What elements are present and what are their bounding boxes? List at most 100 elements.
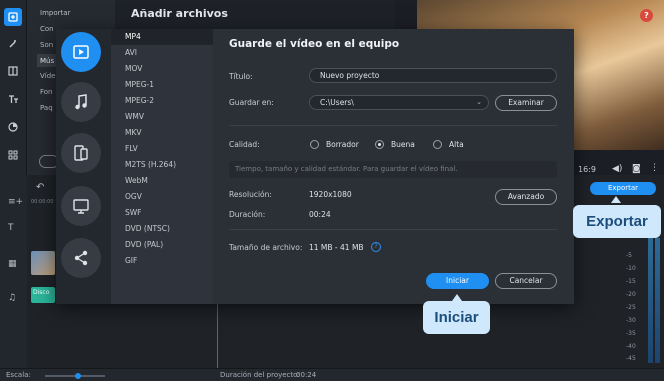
audio-clip-label: Disco — [33, 289, 50, 296]
text-track-icon: T — [8, 223, 14, 233]
video-track-icon: ▦ — [8, 259, 17, 269]
bottom-bar: Escala: Duración del proyecto: 00:24 — [0, 368, 664, 381]
format-item-mpeg1[interactable]: MPEG-1 — [111, 77, 213, 93]
import-icon[interactable] — [4, 8, 22, 26]
title-label: Título: — [229, 72, 253, 81]
quality-radio-draft[interactable] — [310, 140, 319, 149]
db-level-label: -30 — [626, 317, 636, 324]
video-clip-thumbnail[interactable] — [31, 251, 55, 275]
dialog-title: Guarde el vídeo en el equipo — [229, 38, 400, 50]
format-item-flv[interactable]: FLV — [111, 141, 213, 157]
magic-wand-icon[interactable] — [4, 35, 22, 53]
video-icon[interactable] — [61, 32, 101, 72]
titles-icon[interactable] — [4, 90, 22, 108]
quality-description: Tiempo, tamaño y calidad estándar. Para … — [229, 161, 557, 178]
filesize-label: Tamaño de archivo: — [229, 243, 303, 252]
export-callout: Exportar — [573, 205, 661, 238]
devices-icon[interactable] — [61, 133, 101, 173]
format-item-gif[interactable]: GIF — [111, 253, 213, 269]
quality-radio-high[interactable] — [433, 140, 442, 149]
filesize-value: 11 MB - 41 MB — [309, 243, 364, 252]
db-level-label: -25 — [626, 304, 636, 311]
help-icon[interactable]: ? — [640, 9, 653, 22]
playhead[interactable] — [217, 304, 218, 368]
add-track-icon[interactable]: ≡+ — [8, 197, 23, 207]
duration-value: 00:24 — [309, 210, 331, 219]
format-item-dvd-pal[interactable]: DVD (PAL) — [111, 237, 213, 253]
sidebar-item-import[interactable]: Importar — [40, 9, 70, 17]
scale-label: Escala: — [6, 371, 31, 379]
quality-label: Calidad: — [229, 140, 260, 149]
format-item-mpeg2[interactable]: MPEG-2 — [111, 93, 213, 109]
format-item-webm[interactable]: WebM — [111, 173, 213, 189]
db-level-label: -5 — [626, 252, 632, 259]
format-item-mov[interactable]: MOV — [111, 61, 213, 77]
share-icon[interactable] — [61, 238, 101, 278]
quality-option-draft[interactable]: Borrador — [326, 140, 359, 149]
chevron-down-icon: ⌄ — [476, 98, 482, 106]
filters-icon[interactable] — [4, 118, 22, 136]
aspect-ratio[interactable]: 16:9 — [578, 165, 596, 174]
audio-icon[interactable] — [61, 82, 101, 122]
timeline-track-controls: ≡+ T ▦ ♫ — [0, 175, 27, 368]
format-item-avi[interactable]: AVI — [111, 45, 213, 61]
db-level-label: -20 — [626, 291, 636, 298]
divider — [229, 125, 557, 126]
callout-pointer — [611, 196, 621, 203]
format-item-wmv[interactable]: WMV — [111, 109, 213, 125]
transitions-icon[interactable] — [4, 62, 22, 80]
project-duration-label: Duración del proyecto: — [220, 371, 300, 379]
tv-icon[interactable] — [61, 186, 101, 226]
db-level-label: -35 — [626, 330, 636, 337]
start-button[interactable]: Iniciar — [426, 273, 489, 289]
sidebar-item-backgrounds[interactable]: Fon — [40, 88, 53, 96]
format-item-dvd-ntsc[interactable]: DVD (NTSC) — [111, 221, 213, 237]
db-level-label: -15 — [626, 278, 636, 285]
info-icon[interactable]: ? — [371, 242, 381, 252]
format-item-mp4[interactable]: MP4 — [111, 29, 213, 45]
snapshot-icon[interactable]: ◙ — [632, 164, 641, 174]
export-button[interactable]: Exportar — [590, 182, 656, 195]
divider — [229, 229, 557, 230]
db-level-label: -10 — [626, 265, 636, 272]
callout-pointer — [452, 294, 462, 301]
save-path-value: C:\Users\ — [320, 98, 354, 107]
resolution-label: Resolución: — [229, 190, 272, 199]
duration-label: Duración: — [229, 210, 266, 219]
tool-strip — [0, 0, 27, 175]
db-level-label: -45 — [626, 355, 636, 362]
audio-track-icon: ♫ — [8, 293, 17, 303]
start-callout: Iniciar — [423, 301, 490, 334]
more-options-icon[interactable]: ⋮ — [650, 163, 659, 173]
project-duration-value: 00:24 — [296, 371, 317, 379]
sidebar-item-music[interactable]: Mús — [40, 57, 54, 65]
save-path-dropdown[interactable]: C:\Users\ ⌄ — [309, 95, 489, 110]
db-level-label: -40 — [626, 343, 636, 350]
resolution-value: 1920x1080 — [309, 190, 352, 199]
audio-meter-left — [648, 238, 653, 363]
audio-clip[interactable]: Disco — [31, 287, 55, 303]
cancel-button[interactable]: Cancelar — [495, 273, 557, 289]
format-item-ogv[interactable]: OGV — [111, 189, 213, 205]
sidebar-item-packs[interactable]: Paq — [40, 104, 53, 112]
volume-icon[interactable]: ◀) — [612, 164, 622, 174]
quality-option-good[interactable]: Buena — [391, 140, 415, 149]
format-item-swf[interactable]: SWF — [111, 205, 213, 221]
sidebar-item-collections[interactable]: Con — [40, 25, 54, 33]
format-item-m2ts[interactable]: M2TS (H.264) — [111, 157, 213, 173]
sidebar-item-sounds[interactable]: Son — [40, 41, 53, 49]
browse-button[interactable]: Examinar — [495, 95, 557, 111]
sidebar-item-videos[interactable]: Víde — [40, 72, 55, 80]
undo-icon[interactable]: ↶ — [36, 182, 44, 193]
advanced-button[interactable]: Avanzado — [495, 189, 557, 205]
format-item-mkv[interactable]: MKV — [111, 125, 213, 141]
audio-meter-right — [655, 238, 660, 363]
timeline-time: 00:00:00 — [31, 199, 54, 205]
import-panel-title: Añadir archivos — [131, 7, 228, 20]
more-tools-icon[interactable] — [4, 146, 22, 164]
quality-option-high[interactable]: Alta — [449, 140, 464, 149]
title-input[interactable]: Nuevo proyecto — [309, 68, 557, 83]
save-in-label: Guardar en: — [229, 98, 274, 107]
scale-slider-handle[interactable] — [75, 373, 81, 379]
quality-radio-good[interactable] — [375, 140, 384, 149]
